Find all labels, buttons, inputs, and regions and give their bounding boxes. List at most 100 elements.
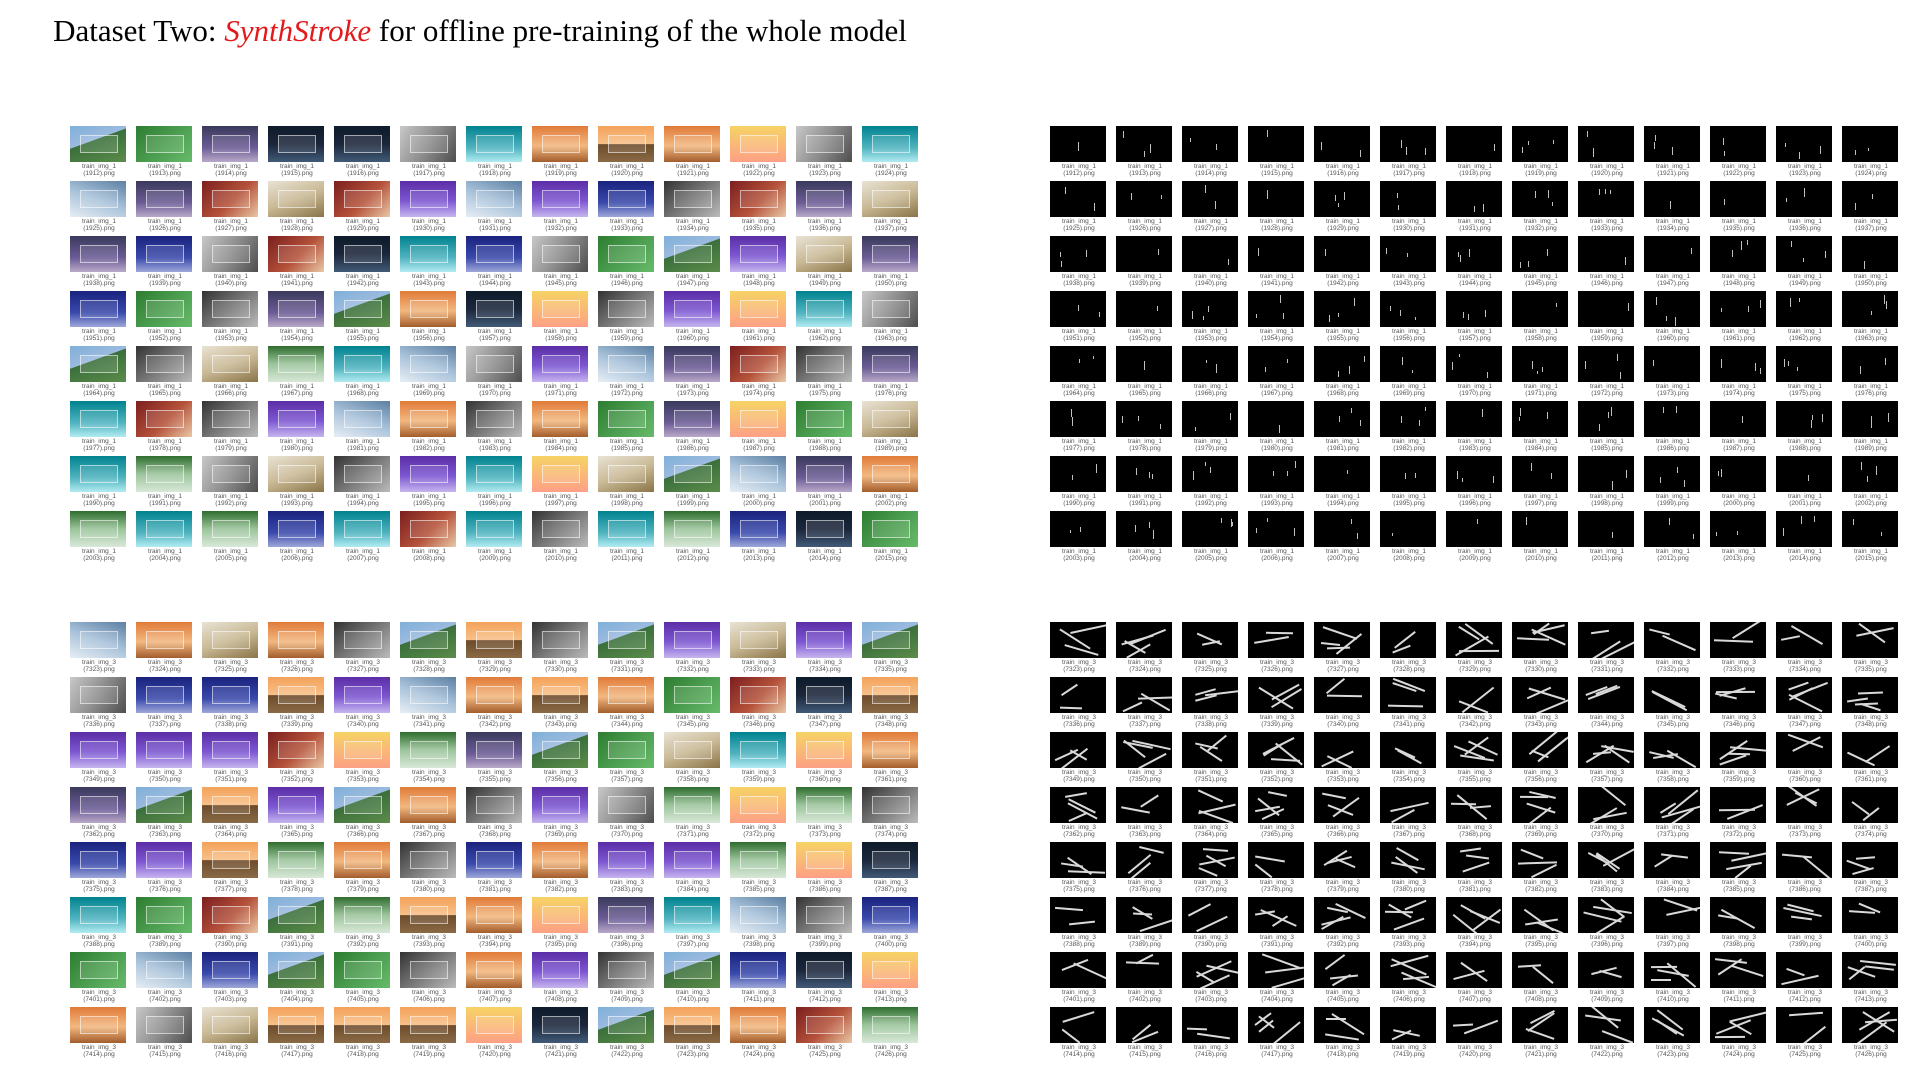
thumbnail-item: train_img_3 (7350).png [1114, 732, 1180, 787]
file-name-label: train_img_3 (7378).png [1260, 879, 1294, 893]
stroke-mask-thumbnail [1050, 236, 1106, 272]
thumbnail-item: train_img_1 (2012).png [1642, 511, 1708, 566]
thumbnail-item: train_img_1 (1970).png [464, 346, 530, 401]
sample-photo-thumbnail [136, 677, 192, 713]
file-name-label: train_img_1 (1913).png [1128, 163, 1162, 177]
thumbnail-item: train_img_3 (7402).png [134, 952, 200, 1007]
sample-photo-thumbnail [730, 126, 786, 162]
file-name-label: train_img_1 (2001).png [1788, 493, 1822, 507]
thumbnail-item: train_img_1 (1998).png [1576, 456, 1642, 511]
file-name-label: train_img_1 (1989).png [874, 438, 908, 452]
sample-photo-thumbnail [598, 897, 654, 933]
thumbnail-item: train_img_1 (2013).png [1708, 511, 1774, 566]
file-name-label: train_img_1 (1962).png [808, 328, 842, 342]
file-name-label: train_img_1 (1939).png [148, 273, 182, 287]
sample-photo-thumbnail [598, 952, 654, 988]
file-name-label: train_img_3 (7374).png [1854, 824, 1888, 838]
file-name-label: train_img_1 (2006).png [1260, 548, 1294, 562]
sample-photo-thumbnail [400, 622, 456, 658]
thumbnail-item: train_img_3 (7368).png [1444, 787, 1510, 842]
thumbnail-item: train_img_3 (7374).png [860, 787, 926, 842]
thumbnail-item: train_img_3 (7345).png [1642, 677, 1708, 732]
thumbnail-item: train_img_1 (2008).png [1378, 511, 1444, 566]
sample-photo-thumbnail [334, 181, 390, 217]
thumbnail-item: train_img_1 (1949).png [794, 236, 860, 291]
stroke-mask-thumbnail [1644, 952, 1700, 988]
sample-photo-thumbnail [862, 291, 918, 327]
file-name-label: train_img_3 (7326).png [280, 659, 314, 673]
file-name-label: train_img_3 (7365).png [280, 824, 314, 838]
file-name-label: train_img_1 (1941).png [280, 273, 314, 287]
thumbnail-item: train_img_1 (1929).png [1312, 181, 1378, 236]
file-name-label: train_img_3 (7410).png [1656, 989, 1690, 1003]
file-name-label: train_img_3 (7390).png [214, 934, 248, 948]
file-name-label: train_img_3 (7411).png [1722, 989, 1756, 1003]
file-name-label: train_img_3 (7333).png [1722, 659, 1756, 673]
stroke-mask-thumbnail [1710, 787, 1766, 823]
sample-photo-thumbnail [466, 732, 522, 768]
file-name-label: train_img_1 (1928).png [1260, 218, 1294, 232]
file-name-label: train_img_3 (7372).png [742, 824, 776, 838]
file-name-label: train_img_1 (1913).png [148, 163, 182, 177]
thumbnail-item: train_img_3 (7376).png [134, 842, 200, 897]
stroke-mask-thumbnail [1248, 677, 1304, 713]
file-name-label: train_img_3 (7352).png [1260, 769, 1294, 783]
sample-photo-thumbnail [664, 622, 720, 658]
sample-photo-thumbnail [532, 181, 588, 217]
stroke-mask-thumbnail [1842, 1007, 1898, 1043]
file-name-label: train_img_1 (1943).png [1392, 273, 1426, 287]
sample-photo-thumbnail [532, 1007, 588, 1043]
thumbnail-item: train_img_3 (7375).png [1048, 842, 1114, 897]
file-name-label: train_img_1 (2006).png [280, 548, 314, 562]
page-title: Dataset Two: SynthStroke for offline pre… [40, 12, 920, 50]
file-name-label: train_img_1 (1986).png [676, 438, 710, 452]
thumbnail-item: train_img_1 (1978).png [1114, 401, 1180, 456]
stroke-mask-thumbnail [1776, 456, 1832, 492]
file-name-label: train_img_3 (7408).png [544, 989, 578, 1003]
thumbnail-item: train_img_3 (7416).png [200, 1007, 266, 1062]
stroke-mask-thumbnail [1578, 456, 1634, 492]
thumbnail-item: train_img_1 (1948).png [728, 236, 794, 291]
file-name-label: train_img_3 (7386).png [808, 879, 842, 893]
thumbnail-item: train_img_3 (7388).png [1048, 897, 1114, 952]
thumbnail-item: train_img_1 (1939).png [134, 236, 200, 291]
thumbnail-item: train_img_1 (1978).png [134, 401, 200, 456]
file-name-label: train_img_1 (1943).png [412, 273, 446, 287]
thumbnail-item: train_img_3 (7352).png [266, 732, 332, 787]
file-name-label: train_img_1 (1940).png [1194, 273, 1228, 287]
file-name-label: train_img_1 (1948).png [1722, 273, 1756, 287]
stroke-mask-thumbnail [1644, 1007, 1700, 1043]
stroke-mask-thumbnail [1116, 236, 1172, 272]
sample-photo-thumbnail [268, 897, 324, 933]
file-name-label: train_img_3 (7357).png [1590, 769, 1624, 783]
sample-photo-thumbnail [466, 456, 522, 492]
stroke-mask-thumbnail [1050, 952, 1106, 988]
file-name-label: train_img_1 (1962).png [1788, 328, 1822, 342]
file-name-label: train_img_1 (1995).png [1392, 493, 1426, 507]
sample-photo-thumbnail [334, 842, 390, 878]
thumbnail-item: train_img_3 (7387).png [860, 842, 926, 897]
sample-photo-thumbnail [532, 677, 588, 713]
thumbnail-item: train_img_1 (1945).png [1510, 236, 1576, 291]
thumbnail-item: train_img_3 (7362).png [1048, 787, 1114, 842]
stroke-mask-thumbnail [1776, 181, 1832, 217]
file-name-label: train_img_3 (7337).png [1128, 714, 1162, 728]
sample-photo-thumbnail [400, 952, 456, 988]
stroke-mask-thumbnail [1380, 622, 1436, 658]
thumbnail-item: train_img_1 (1972).png [596, 346, 662, 401]
stroke-mask-thumbnail [1182, 236, 1238, 272]
sample-photo-thumbnail [862, 126, 918, 162]
file-name-label: train_img_1 (1946).png [610, 273, 644, 287]
thumbnail-item: train_img_3 (7373).png [1774, 787, 1840, 842]
stroke-mask-thumbnail [1446, 346, 1502, 382]
file-name-label: train_img_1 (1996).png [1458, 493, 1492, 507]
file-name-label: train_img_1 (1958).png [1524, 328, 1558, 342]
stroke-mask-thumbnail [1380, 952, 1436, 988]
thumbnail-item: train_img_3 (7359).png [728, 732, 794, 787]
file-name-label: train_img_3 (7389).png [148, 934, 182, 948]
sample-photo-thumbnail [862, 787, 918, 823]
thumbnail-item: train_img_1 (1993).png [266, 456, 332, 511]
file-name-label: train_img_1 (1923).png [808, 163, 842, 177]
stroke-mask-thumbnail [1710, 401, 1766, 437]
stroke-mask-thumbnail [1710, 291, 1766, 327]
